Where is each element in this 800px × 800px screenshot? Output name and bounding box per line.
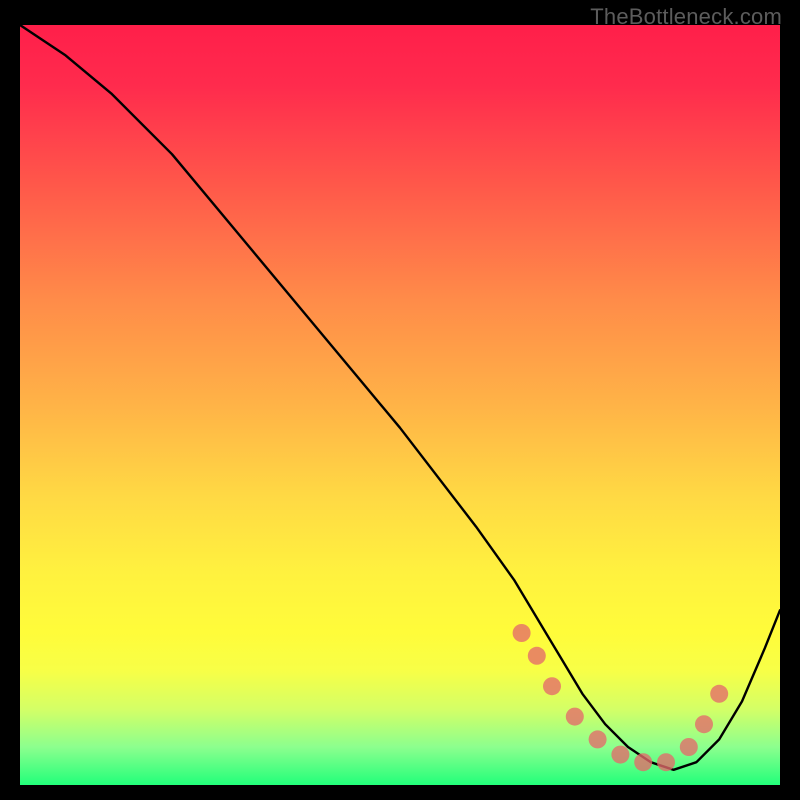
optimal-marker [710, 685, 728, 703]
optimal-marker [543, 677, 561, 695]
optimal-marker [566, 708, 584, 726]
plot-area [20, 25, 780, 785]
optimal-zone-markers [513, 624, 729, 771]
optimal-marker [589, 730, 607, 748]
optimal-marker [611, 746, 629, 764]
optimal-marker [528, 647, 546, 665]
watermark-text: TheBottleneck.com [590, 4, 782, 30]
optimal-marker [657, 753, 675, 771]
chart-svg [20, 25, 780, 785]
optimal-marker [680, 738, 698, 756]
optimal-marker [513, 624, 531, 642]
optimal-marker [634, 753, 652, 771]
optimal-marker [695, 715, 713, 733]
bottleneck-curve [20, 25, 780, 770]
